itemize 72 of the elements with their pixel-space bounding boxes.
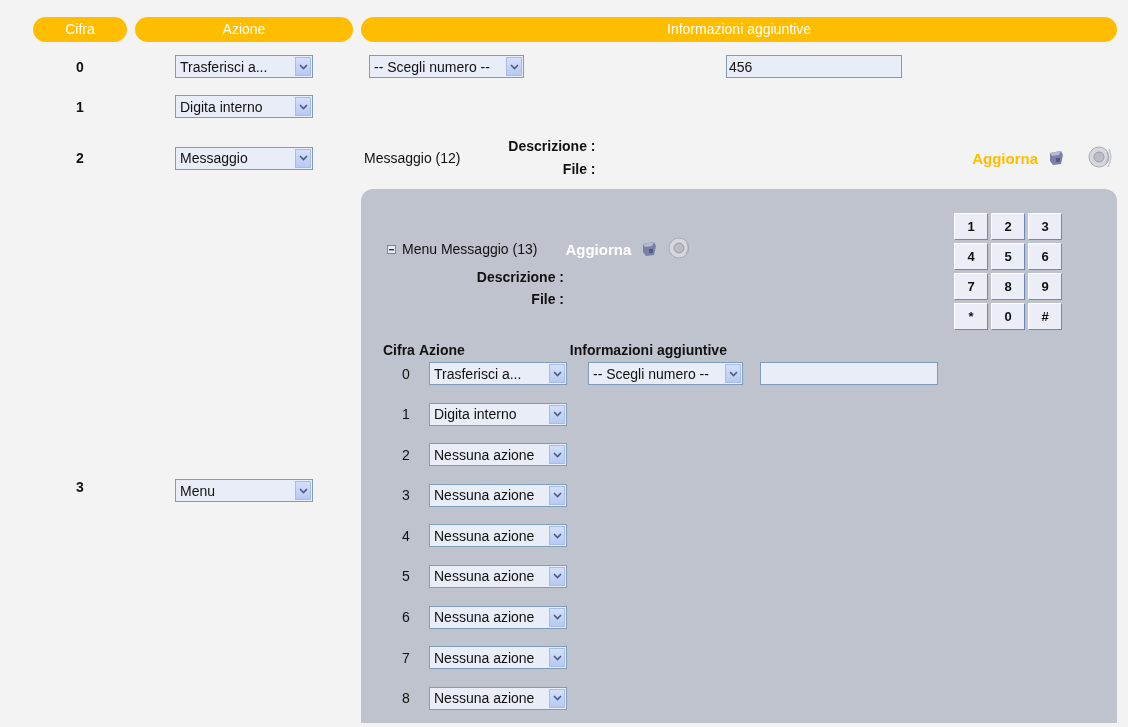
caret-icon[interactable] xyxy=(549,526,565,546)
keypad-key[interactable]: * xyxy=(954,303,988,330)
number-field[interactable]: 456 xyxy=(726,55,902,78)
digit-label: 0 xyxy=(75,58,85,75)
description-label: Descrizione : xyxy=(476,268,564,287)
dropdown[interactable]: Messaggio xyxy=(175,146,313,170)
digit-label: 7 xyxy=(401,649,411,666)
dropdown[interactable]: Menu xyxy=(175,479,313,502)
keypad-key[interactable]: 7 xyxy=(954,273,988,300)
keypad-key[interactable]: 9 xyxy=(1028,273,1062,300)
dropdown[interactable]: Trasferisci a... xyxy=(175,55,313,78)
dropdown[interactable]: Digita interno xyxy=(175,95,313,118)
digit-label: 1 xyxy=(75,98,85,115)
keypad-key[interactable]: 5 xyxy=(991,243,1025,270)
menu-name: Menu Messaggio (13) xyxy=(402,241,538,257)
column-header: Cifra xyxy=(383,342,415,360)
digit-label: 0 xyxy=(401,365,411,382)
keypad-key[interactable]: 0 xyxy=(991,303,1025,330)
dropdown[interactable]: Nessuna azione xyxy=(429,564,567,588)
bin-icon[interactable] xyxy=(640,240,659,258)
caret-icon[interactable] xyxy=(295,148,311,168)
collapse-icon[interactable] xyxy=(387,244,396,254)
digit-label: 3 xyxy=(401,487,411,504)
message-name: Messaggio (12) xyxy=(364,150,461,166)
digit-label: 3 xyxy=(75,479,85,495)
keypad-key[interactable]: # xyxy=(1028,303,1062,330)
digit-label: 5 xyxy=(401,568,411,585)
dropdown[interactable]: Trasferisci a... xyxy=(429,362,567,385)
caret-icon[interactable] xyxy=(549,364,565,383)
digit-label: 2 xyxy=(75,150,85,166)
bin-icon[interactable] xyxy=(1047,149,1065,167)
caret-icon[interactable] xyxy=(549,485,565,505)
column-header: Informazioni aggiuntive xyxy=(361,17,1117,42)
caret-icon[interactable] xyxy=(549,445,565,465)
digit-label: 8 xyxy=(401,690,411,707)
caret-icon[interactable] xyxy=(549,566,565,586)
digit-label: 2 xyxy=(401,446,411,463)
dropdown[interactable]: -- Scegli numero -- xyxy=(369,55,524,78)
caret-icon[interactable] xyxy=(725,364,741,383)
dropdown[interactable]: Nessuna azione xyxy=(429,686,567,710)
dropdown[interactable]: -- Scegli numero -- xyxy=(588,362,743,385)
caret-icon[interactable] xyxy=(549,607,565,627)
dropdown[interactable]: Nessuna azione xyxy=(429,483,567,507)
column-header: Cifra xyxy=(33,17,127,42)
keypad-key[interactable]: 1 xyxy=(954,213,988,240)
file-label: File : xyxy=(531,290,564,309)
column-header: Azione xyxy=(418,342,465,360)
caret-icon[interactable] xyxy=(295,97,311,116)
caret-icon[interactable] xyxy=(549,648,565,668)
dropdown[interactable]: Nessuna azione xyxy=(429,605,567,629)
dropdown[interactable]: Nessuna azione xyxy=(429,443,567,467)
description-label: Descrizione : xyxy=(508,137,596,156)
digit-label: 4 xyxy=(401,527,411,544)
caret-icon[interactable] xyxy=(295,481,311,500)
caret-icon[interactable] xyxy=(549,688,565,708)
column-header: Azione xyxy=(135,17,353,42)
number-field[interactable] xyxy=(760,362,938,385)
caret-icon[interactable] xyxy=(295,57,311,76)
column-header: Informazioni aggiuntive xyxy=(569,342,727,360)
keypad-key[interactable]: 6 xyxy=(1028,243,1062,270)
dropdown[interactable]: Digita interno xyxy=(429,402,567,426)
dropdown[interactable]: Nessuna azione xyxy=(429,646,567,670)
keypad-key[interactable]: 3 xyxy=(1028,213,1062,240)
caret-icon[interactable] xyxy=(549,404,565,424)
file-label: File : xyxy=(562,160,596,179)
digit-label: 6 xyxy=(401,609,411,626)
dropdown[interactable]: Nessuna azione xyxy=(429,524,567,548)
keypad-key[interactable]: 8 xyxy=(991,273,1025,300)
digit-label: 1 xyxy=(401,406,411,423)
keypad-key[interactable]: 4 xyxy=(954,243,988,270)
keypad-key[interactable]: 2 xyxy=(991,213,1025,240)
caret-icon[interactable] xyxy=(506,57,522,76)
